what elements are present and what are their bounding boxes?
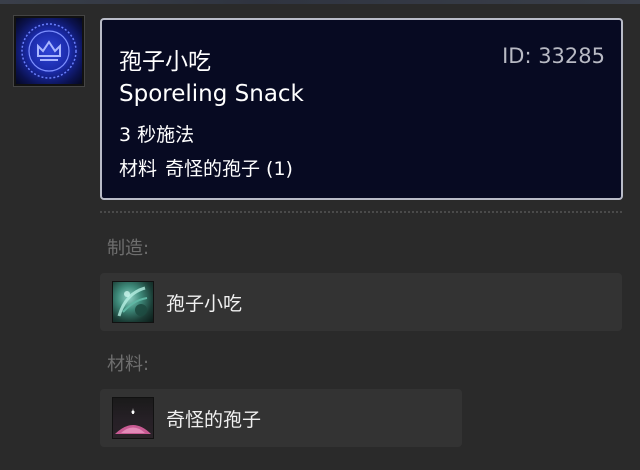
guild-crest-icon[interactable] xyxy=(14,16,84,86)
top-strip xyxy=(0,0,640,4)
spell-tooltip: 孢子小吃 ID: 33285 Sporeling Snack 3 秒施法 材料奇… xyxy=(100,18,623,200)
reagent-value: 奇怪的孢子 (1) xyxy=(165,158,293,180)
strange-spore-icon xyxy=(112,397,154,439)
created-item-name: 孢子小吃 xyxy=(166,293,243,315)
creates-section-label: 制造: xyxy=(107,238,150,259)
created-item-row[interactable]: 孢子小吃 xyxy=(100,273,622,331)
reagent-item-name: 奇怪的孢子 xyxy=(166,409,262,431)
reagent-line: 材料 奇怪的孢子 (1) xyxy=(119,154,293,181)
reagents-section-label: 材料: xyxy=(107,354,150,375)
divider xyxy=(100,211,622,213)
reagent-item-row[interactable]: 奇怪的孢子 xyxy=(100,389,462,447)
spell-name: 孢子小吃 xyxy=(119,49,211,75)
reagent-label: 材料 xyxy=(119,158,158,180)
cast-time: 3 秒施法 xyxy=(119,124,195,146)
spell-name-english: Sporeling Snack xyxy=(119,81,304,107)
sporeling-snack-icon xyxy=(112,281,154,323)
spell-id: ID: 33285 xyxy=(502,44,605,68)
